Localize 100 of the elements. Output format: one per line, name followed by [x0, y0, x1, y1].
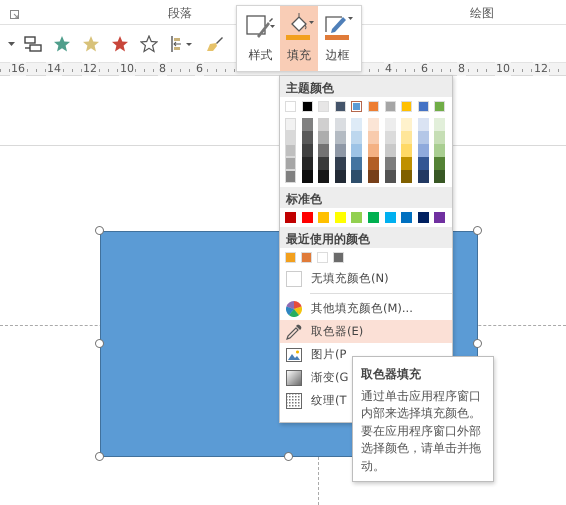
color-swatch[interactable] — [384, 157, 396, 170]
picture-icon — [286, 346, 302, 362]
color-swatch[interactable] — [334, 144, 346, 157]
color-swatch[interactable] — [434, 144, 446, 157]
color-swatch[interactable] — [418, 212, 429, 223]
resize-handle[interactable] — [473, 339, 482, 348]
ruler-number: 12 — [82, 62, 98, 76]
shape-style-button[interactable]: 样式 — [241, 6, 280, 71]
color-swatch[interactable] — [285, 212, 296, 223]
color-swatch[interactable] — [418, 118, 429, 131]
color-swatch[interactable] — [434, 170, 446, 183]
resize-handle[interactable] — [95, 226, 104, 235]
color-swatch[interactable] — [434, 212, 446, 223]
color-swatch[interactable] — [285, 118, 296, 131]
color-swatch[interactable] — [401, 144, 412, 157]
color-swatch[interactable] — [318, 170, 330, 183]
color-swatch[interactable] — [351, 131, 362, 144]
color-swatch[interactable] — [285, 157, 296, 170]
color-swatch[interactable] — [302, 170, 313, 183]
color-swatch[interactable] — [302, 118, 313, 131]
shape-fill-button[interactable]: 填充 — [280, 6, 318, 71]
shape-outline-button[interactable]: 边框 — [318, 6, 358, 71]
color-swatch[interactable] — [318, 157, 330, 170]
color-swatch[interactable] — [418, 131, 429, 144]
color-swatch[interactable] — [401, 157, 412, 170]
color-swatch[interactable] — [351, 101, 362, 112]
menu-item[interactable]: 取色器(E) — [280, 320, 452, 343]
tooltip-title: 取色器填充 — [361, 366, 422, 383]
color-swatch[interactable] — [384, 170, 396, 183]
color-swatch[interactable] — [285, 144, 296, 157]
ruler-number: 16 — [10, 62, 26, 76]
section-header: 主题颜色 — [280, 76, 452, 97]
color-swatch[interactable] — [334, 157, 346, 170]
ruler-number: 10 — [495, 62, 511, 76]
ruler-number: 12 — [533, 62, 549, 76]
star-icon[interactable] — [110, 34, 128, 52]
color-swatch[interactable] — [368, 170, 379, 183]
color-wheel-icon — [286, 300, 302, 316]
color-swatch[interactable] — [334, 170, 346, 183]
color-swatch[interactable] — [434, 157, 446, 170]
color-swatch[interactable] — [302, 157, 313, 170]
star-icon[interactable] — [82, 34, 100, 52]
resize-handle[interactable] — [284, 452, 293, 461]
align-icon[interactable] — [169, 34, 193, 52]
resize-handle[interactable] — [95, 452, 104, 461]
menu-item[interactable]: 无填充颜色(N) — [280, 267, 452, 290]
color-swatch[interactable] — [334, 131, 346, 144]
color-swatch[interactable] — [334, 118, 346, 131]
dialog-launcher-icon[interactable] — [10, 10, 19, 19]
color-swatch[interactable] — [401, 131, 412, 144]
color-swatch[interactable] — [285, 170, 296, 183]
color-swatch[interactable] — [302, 144, 313, 157]
color-swatch[interactable] — [384, 131, 396, 144]
color-swatch[interactable] — [351, 144, 362, 157]
ruler-number: 14 — [46, 62, 62, 76]
caret-icon[interactable] — [8, 42, 14, 46]
color-swatch[interactable] — [434, 118, 446, 131]
color-swatch[interactable] — [285, 131, 296, 144]
color-swatch[interactable] — [351, 212, 362, 223]
color-swatch[interactable] — [418, 170, 429, 183]
color-swatch[interactable] — [384, 212, 396, 223]
color-swatch[interactable] — [401, 170, 412, 183]
color-swatch[interactable] — [434, 131, 446, 144]
star-icon[interactable] — [140, 34, 158, 52]
color-swatch[interactable] — [368, 144, 379, 157]
ruler-number: 8 — [457, 62, 466, 76]
section-header: 标准色 — [280, 187, 452, 208]
group-label: 段落 — [168, 5, 192, 22]
ruler-number: 6 — [195, 62, 204, 76]
color-swatch[interactable] — [368, 118, 379, 131]
color-swatch[interactable] — [318, 131, 330, 144]
arrange-icon[interactable] — [24, 36, 42, 52]
star-icon[interactable] — [52, 34, 70, 52]
color-swatch[interactable] — [351, 170, 362, 183]
empty-swatch-icon — [286, 270, 302, 286]
color-swatch[interactable] — [318, 118, 330, 131]
color-swatch[interactable] — [318, 144, 330, 157]
color-swatch[interactable] — [302, 212, 313, 223]
group-label: 绘图 — [470, 5, 494, 22]
color-swatch[interactable] — [384, 144, 396, 157]
gradient-icon — [286, 370, 302, 386]
section-header: 最近使用的颜色 — [280, 227, 452, 248]
ruler-number: 8 — [158, 62, 167, 76]
tooltip-text: 通过单击应用程序窗口内部来选择填充颜色。要在应用程序窗口外部选择颜色，请单击并拖动。 — [361, 388, 482, 475]
color-swatch[interactable] — [418, 157, 429, 170]
color-swatch[interactable] — [368, 157, 379, 170]
color-swatch[interactable] — [401, 212, 412, 223]
resize-handle[interactable] — [473, 226, 482, 235]
color-swatch[interactable] — [401, 118, 412, 131]
color-swatch[interactable] — [384, 118, 396, 131]
color-swatch[interactable] — [418, 144, 429, 157]
color-swatch[interactable] — [368, 212, 379, 223]
eyedropper-icon — [286, 324, 302, 340]
menu-item[interactable]: 其他填充颜色(M)... — [280, 297, 452, 320]
resize-handle[interactable] — [95, 339, 104, 348]
color-swatch[interactable] — [368, 131, 379, 144]
ruler-number: 10 — [119, 62, 135, 76]
color-swatch[interactable] — [302, 131, 313, 144]
color-swatch[interactable] — [351, 118, 362, 131]
color-swatch[interactable] — [351, 157, 362, 170]
